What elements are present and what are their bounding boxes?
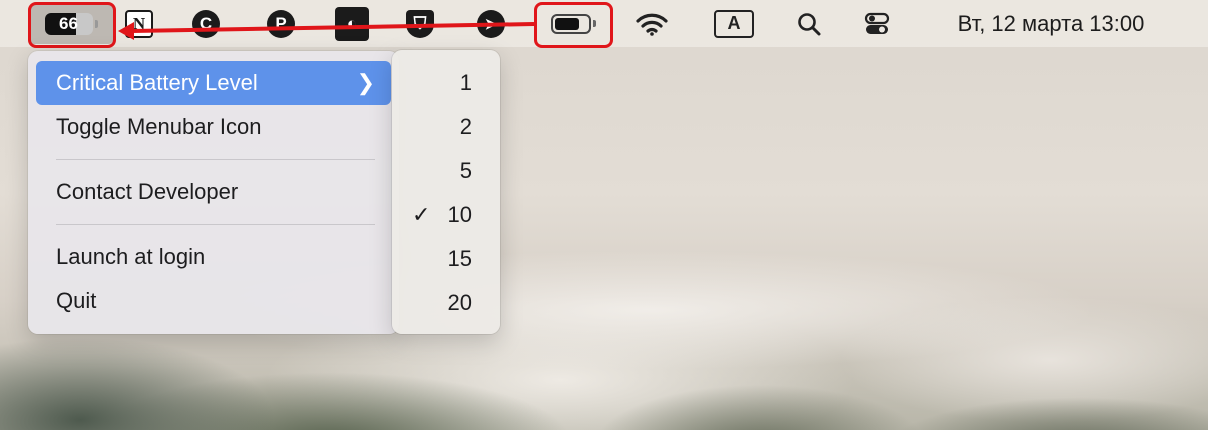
wifi-status-item[interactable] xyxy=(632,0,672,47)
submenu-option-20[interactable]: 20 xyxy=(392,281,500,325)
menubar-clock: Вт, 12 марта 13:00 xyxy=(957,10,1145,36)
submenu-option-label: 20 xyxy=(447,290,472,315)
system-battery-nub xyxy=(592,20,596,27)
c-app-status-item[interactable]: C xyxy=(189,0,223,47)
menu-item-label: Toggle Menubar Icon xyxy=(56,114,262,139)
menu-separator xyxy=(56,224,375,225)
search-icon xyxy=(798,12,821,35)
submenu-option-label: 2 xyxy=(459,114,472,139)
menu-item-quit[interactable]: Quit xyxy=(36,279,391,323)
chevron-right-icon: ❯ xyxy=(356,70,375,95)
p-app-status-item[interactable]: P xyxy=(264,0,298,47)
p-app-icon: P xyxy=(267,9,295,38)
shield-icon: ⛉ xyxy=(406,9,434,38)
system-battery-status-item[interactable] xyxy=(535,0,611,47)
submenu-option-10[interactable]: ✓ 10 xyxy=(392,193,500,237)
submenu-option-label: 1 xyxy=(459,70,472,95)
battery-nub xyxy=(94,20,98,28)
menu-bar: 66 N C P ◐ ⛉ ➤ A Вт, 12 марта 13:00 xyxy=(0,0,1208,47)
wifi-icon xyxy=(636,13,668,36)
notion-icon: N xyxy=(125,9,153,38)
shield-status-item[interactable]: ⛉ xyxy=(403,0,437,47)
critical-level-submenu: 1 2 5 ✓ 10 15 20 xyxy=(392,50,500,334)
menu-item-critical-battery-level[interactable]: Critical Battery Level ❯ xyxy=(36,61,391,105)
submenu-option-15[interactable]: 15 xyxy=(392,237,500,281)
keyboard-layout-status-item[interactable]: A xyxy=(710,0,758,47)
menu-item-label: Launch at login xyxy=(56,244,206,269)
menu-item-contact-developer[interactable]: Contact Developer xyxy=(36,170,391,214)
system-battery-icon xyxy=(550,13,591,34)
c-app-icon: C xyxy=(192,9,220,38)
menu-item-launch-at-login[interactable]: Launch at login xyxy=(36,235,391,279)
menu-item-label: Quit xyxy=(56,288,97,313)
battery-app-menu: Critical Battery Level ❯ Toggle Menubar … xyxy=(28,51,399,334)
control-center-icon xyxy=(864,12,890,34)
clock-status-item[interactable]: Вт, 12 марта 13:00 xyxy=(926,0,1176,47)
spotlight-status-item[interactable] xyxy=(792,0,826,47)
menu-item-label: Contact Developer xyxy=(56,179,239,204)
battery-app-status-item[interactable]: 66 xyxy=(28,4,114,44)
submenu-option-label: 10 xyxy=(447,202,472,227)
system-battery-fill xyxy=(554,17,580,30)
camo-app-icon: ◐ xyxy=(335,6,369,41)
submenu-option-label: 5 xyxy=(459,158,472,183)
control-center-status-item[interactable] xyxy=(860,0,894,47)
battery-percent-icon: 66 xyxy=(44,13,93,35)
submenu-option-2[interactable]: 2 xyxy=(392,105,500,149)
submenu-option-5[interactable]: 5 xyxy=(392,149,500,193)
battery-percent-text: 66 xyxy=(59,14,78,33)
menu-item-label: Critical Battery Level xyxy=(56,70,258,95)
keyboard-layout-indicator: A xyxy=(714,9,754,38)
send-status-item[interactable]: ➤ xyxy=(474,0,508,47)
checkmark-icon: ✓ xyxy=(412,202,431,227)
submenu-option-label: 15 xyxy=(447,246,472,271)
camo-app-status-item[interactable]: ◐ xyxy=(334,0,370,47)
send-icon: ➤ xyxy=(477,9,505,38)
menu-item-toggle-menubar-icon[interactable]: Toggle Menubar Icon xyxy=(36,105,391,149)
submenu-option-1[interactable]: 1 xyxy=(392,61,500,105)
menu-separator xyxy=(56,159,375,160)
notion-status-item[interactable]: N xyxy=(122,0,156,47)
